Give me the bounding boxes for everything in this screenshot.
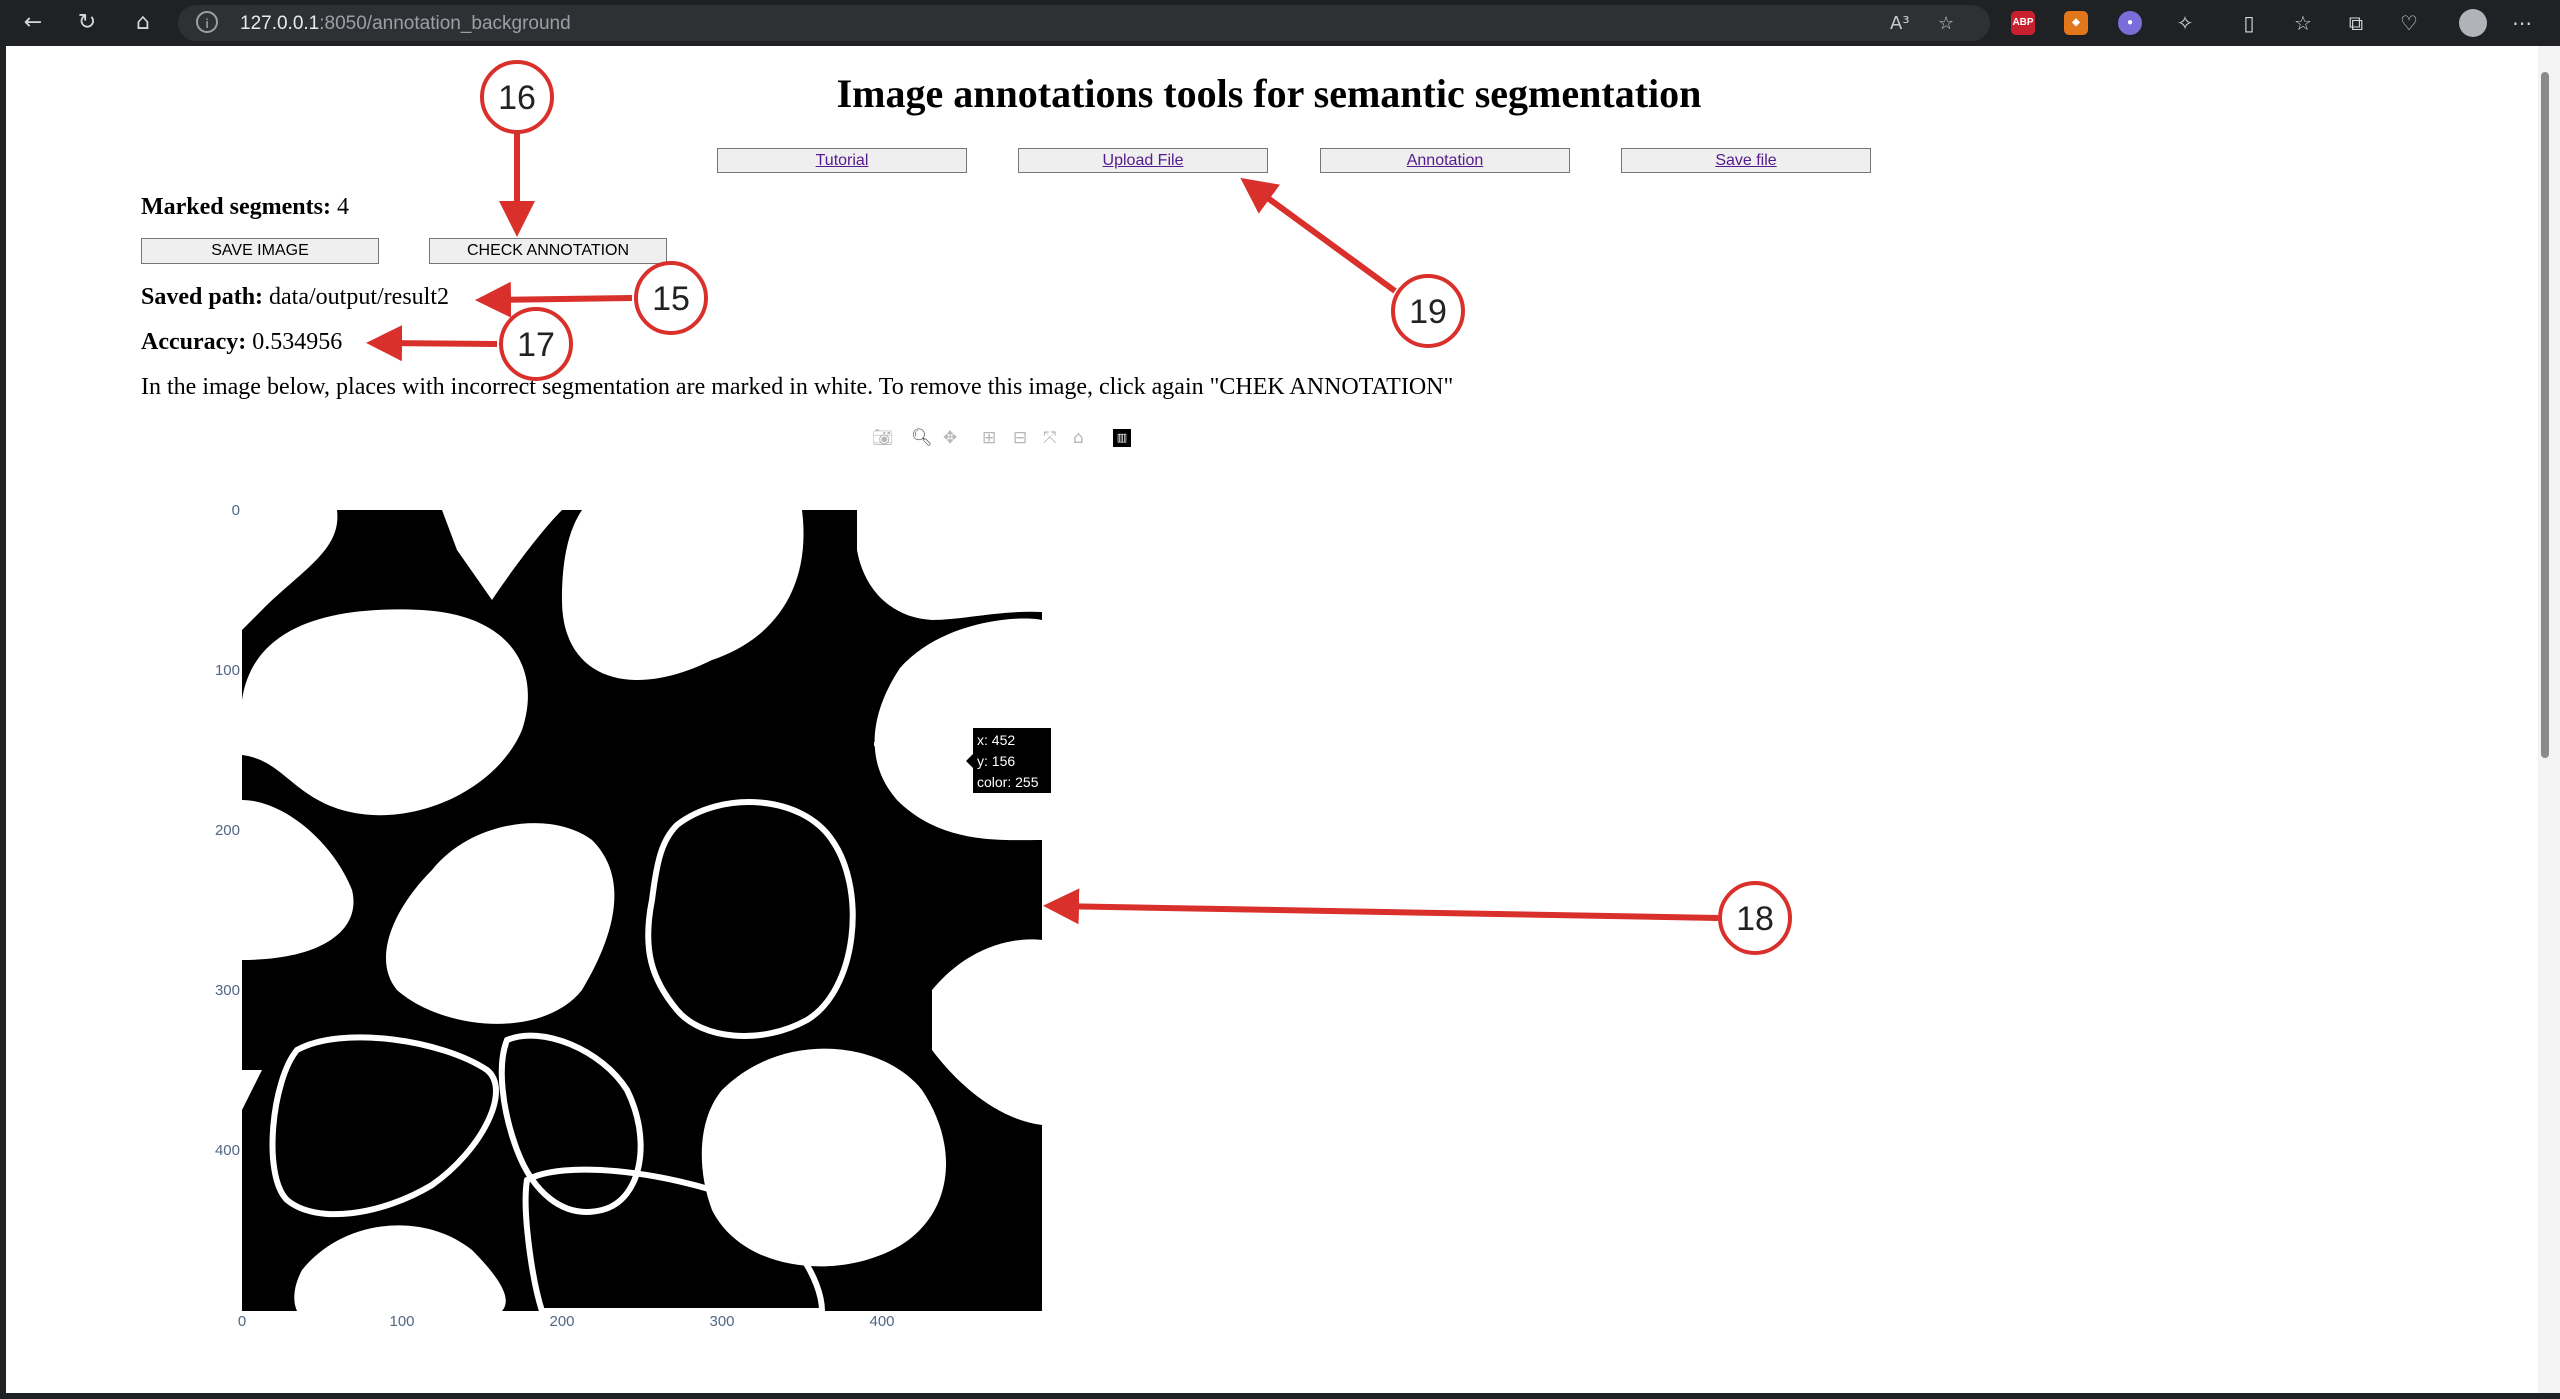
collections-icon[interactable]: ⧉	[2341, 8, 2371, 38]
nav-link-save-file[interactable]: Save file	[1715, 152, 1776, 169]
more-menu-icon[interactable]: ⋯	[2512, 8, 2532, 38]
nav-button-tutorial[interactable]: Tutorial	[717, 148, 967, 173]
metamask-extension-icon[interactable]: ◆	[2064, 11, 2088, 35]
url-text[interactable]: 127.0.0.1:8050/annotation_background	[240, 13, 571, 35]
marked-segments: Marked segments: 4	[141, 194, 349, 221]
callout-arrow	[1043, 888, 1719, 925]
adblock-extension-icon[interactable]: ABP	[2011, 11, 2035, 35]
read-aloud-icon[interactable]: A³	[1890, 13, 1910, 34]
segmentation-mask	[242, 510, 1042, 1311]
zoom-icon[interactable]: 🔍︎	[911, 426, 933, 450]
x-tick: 300	[709, 1313, 735, 1330]
nav-link-upload-file[interactable]: Upload File	[1103, 152, 1184, 169]
browser-toolbar: ← ↻ ⌂ i 127.0.0.1:8050/annotation_backgr…	[0, 0, 2560, 46]
window-frame-bottom	[0, 1393, 2560, 1399]
x-tick: 100	[389, 1313, 415, 1330]
page-title: Image annotations tools for semantic seg…	[836, 71, 1702, 116]
favorite-star-icon[interactable]: ☆	[1938, 13, 1954, 34]
hover-tooltip: x: 452 y: 156 color: 255	[973, 728, 1051, 793]
browser-essentials-icon[interactable]: ♡	[2394, 8, 2424, 38]
camera-icon[interactable]: 📷︎	[872, 426, 894, 450]
nav-button-save-file[interactable]: Save file	[1621, 148, 1871, 173]
address-bar[interactable]: i 127.0.0.1:8050/annotation_background A…	[178, 5, 1990, 41]
accuracy: Accuracy: 0.534956	[141, 329, 342, 356]
tooltip-y: y: 156	[977, 753, 1016, 769]
callout-circle	[499, 307, 573, 381]
callout-arrow	[366, 325, 498, 362]
zoom-out-icon[interactable]: ⊟	[1013, 426, 1027, 450]
tooltip-arrow	[966, 754, 973, 768]
save-image-button[interactable]: SAVE IMAGE	[141, 238, 379, 264]
saved-path: Saved path: data/output/result2	[141, 284, 449, 311]
callout-circle	[1391, 274, 1465, 348]
reset-axes-icon[interactable]: ⌂	[1073, 426, 1084, 450]
nav-link-annotation[interactable]: Annotation	[1407, 152, 1484, 169]
extensions-puzzle-icon[interactable]: ✧	[2170, 8, 2200, 38]
callout-arrow	[1240, 177, 1397, 294]
callout-circle	[634, 261, 708, 335]
zoom-in-icon[interactable]: ⊞	[982, 426, 996, 450]
callout-number: 19	[1409, 293, 1447, 331]
callout-number: 17	[517, 326, 555, 364]
accuracy-value: 0.534956	[252, 329, 343, 355]
saved-path-label: Saved path:	[141, 284, 264, 310]
check-annotation-button[interactable]: CHECK ANNOTATION	[429, 238, 667, 264]
x-tick: 200	[549, 1313, 575, 1330]
back-icon[interactable]: ←	[18, 8, 48, 38]
pan-icon[interactable]: ✥	[943, 426, 957, 450]
y-tick: 100	[214, 662, 240, 679]
y-tick: 400	[214, 1142, 240, 1159]
x-tick: 0	[237, 1313, 247, 1330]
marked-segments-label: Marked segments:	[141, 194, 331, 220]
info-text: In the image below, places with incorrec…	[141, 374, 1454, 400]
callout-number: 15	[652, 280, 690, 318]
nav-link-tutorial[interactable]: Tutorial	[816, 152, 869, 169]
profile-avatar[interactable]	[2459, 9, 2487, 37]
y-tick: 200	[214, 822, 240, 839]
y-tick: 300	[214, 982, 240, 999]
nav-button-upload-file[interactable]: Upload File	[1018, 148, 1268, 173]
autoscale-icon[interactable]: ⤧	[1043, 426, 1057, 450]
callout-number: 18	[1736, 900, 1774, 938]
reload-icon[interactable]: ↻	[72, 8, 102, 38]
saved-path-value: data/output/result2	[269, 284, 449, 310]
tooltip-x: x: 452	[977, 732, 1016, 748]
home-icon[interactable]: ⌂	[128, 8, 158, 38]
nav-button-annotation[interactable]: Annotation	[1320, 148, 1570, 173]
favorites-icon[interactable]: ☆	[2288, 8, 2318, 38]
marked-segments-value: 4	[336, 194, 349, 220]
tooltip-color: color: 255	[977, 774, 1039, 790]
plotly-logo-icon[interactable]: ▥	[1113, 429, 1131, 447]
segmentation-image[interactable]	[242, 510, 1042, 1311]
scrollbar-thumb[interactable]	[2541, 72, 2549, 758]
y-tick: 0	[231, 502, 240, 519]
window-frame-left	[0, 46, 6, 1399]
accuracy-label: Accuracy:	[141, 329, 247, 355]
x-tick: 400	[869, 1313, 895, 1330]
split-screen-icon[interactable]: ▯	[2234, 8, 2264, 38]
extension-icon[interactable]: ●	[2118, 11, 2142, 35]
site-info-icon[interactable]: i	[196, 11, 218, 33]
callout-arrow	[475, 281, 633, 318]
callout-circle	[1718, 881, 1792, 955]
